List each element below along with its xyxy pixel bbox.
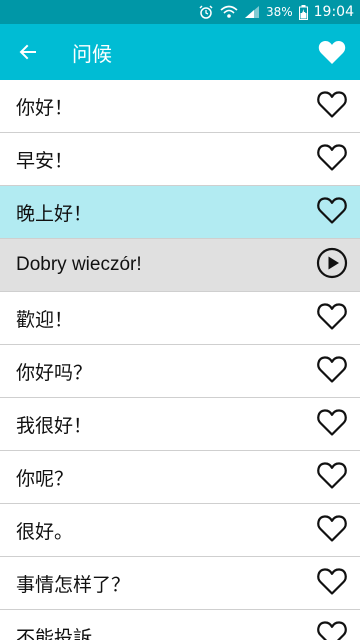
favorite-button[interactable] (306, 398, 358, 450)
battery-icon (298, 4, 308, 20)
heart-outline-icon (316, 301, 348, 335)
phrase-text: 很好。 (16, 520, 74, 543)
phrase-text: 我很好！ (16, 414, 93, 437)
favorite-button[interactable] (306, 186, 358, 238)
favorite-button[interactable] (306, 610, 358, 640)
phrase-row[interactable]: 早安！ (0, 133, 360, 186)
play-icon (316, 247, 348, 283)
phrase-list: 你好！ 早安！ 晚上好！ Dobry wieczór! 歡迎！ 你好吗？ 我很好！ 你呢？ 很好… (0, 80, 360, 640)
phrase-text: 不能投訴 (16, 626, 93, 640)
translation-row[interactable]: Dobry wieczór! (0, 239, 360, 292)
heart-outline-icon (316, 619, 348, 640)
phrase-text: 你呢？ (16, 467, 74, 490)
heart-outline-icon (316, 407, 348, 441)
favorite-button[interactable] (306, 557, 358, 609)
heart-filled-icon (318, 40, 346, 64)
phrase-text: 你好吗？ (16, 361, 93, 384)
arrow-back-icon (19, 44, 36, 60)
status-bar: 38% 19:04 (0, 0, 360, 24)
phrase-text: 你好！ (16, 96, 74, 119)
phrase-row[interactable]: 你呢？ (0, 451, 360, 504)
phrase-row[interactable]: 你好！ (0, 80, 360, 133)
heart-outline-icon (316, 460, 348, 494)
play-button[interactable] (306, 239, 358, 291)
clock: 19:04 (313, 4, 354, 20)
app-bar: 问候 (0, 24, 360, 80)
phrase-row[interactable]: 很好。 (0, 504, 360, 557)
phrase-row[interactable]: 歡迎！ (0, 292, 360, 345)
heart-outline-icon (316, 142, 348, 176)
phrase-row[interactable]: 你好吗？ (0, 345, 360, 398)
signal-icon (244, 5, 260, 19)
phrase-row[interactable]: 晚上好！ (0, 186, 360, 239)
favorite-button[interactable] (306, 133, 358, 185)
heart-outline-icon (316, 89, 348, 123)
favorite-button[interactable] (306, 451, 358, 503)
favorite-button[interactable] (306, 504, 358, 556)
phrase-row[interactable]: 我很好！ (0, 398, 360, 451)
alarm-icon (198, 4, 214, 20)
translation-text: Dobry wieczór! (16, 254, 142, 275)
heart-outline-icon (316, 354, 348, 388)
phrase-text: 歡迎！ (16, 308, 74, 331)
phrase-text: 事情怎样了？ (16, 573, 131, 596)
phrase-text: 早安！ (16, 149, 74, 172)
battery-percent: 38% (265, 5, 293, 19)
favorite-button[interactable] (306, 80, 358, 132)
phrase-row[interactable]: 事情怎样了？ (0, 557, 360, 610)
favorites-button[interactable] (304, 24, 360, 80)
page-title: 问候 (72, 41, 112, 66)
favorite-button[interactable] (306, 292, 358, 344)
heart-outline-icon (316, 195, 348, 229)
phrase-row[interactable]: 不能投訴 (0, 610, 360, 640)
phrase-text: 晚上好！ (16, 202, 93, 225)
back-button[interactable] (0, 24, 56, 80)
heart-outline-icon (316, 566, 348, 600)
favorite-button[interactable] (306, 345, 358, 397)
heart-outline-icon (316, 513, 348, 547)
wifi-icon (220, 5, 238, 19)
